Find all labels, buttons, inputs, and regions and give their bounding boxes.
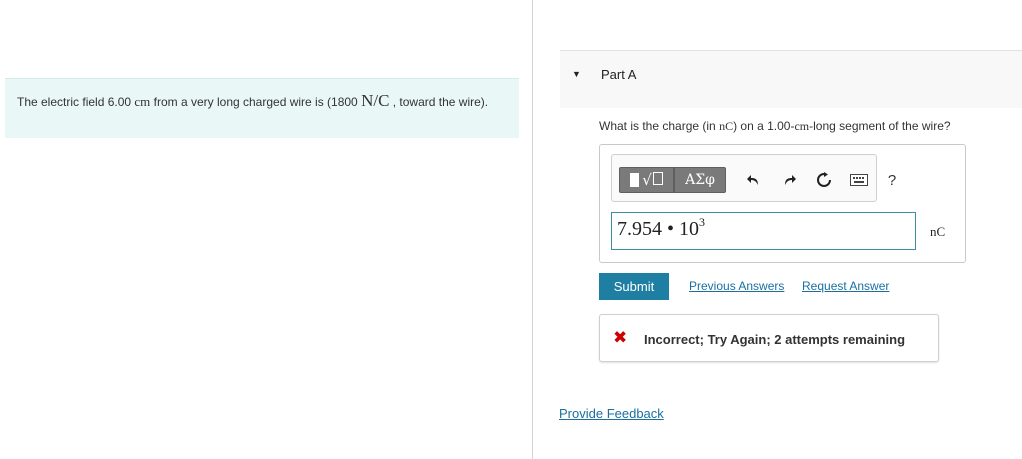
reset-icon[interactable] xyxy=(814,169,834,191)
symbols-label: ΑΣφ xyxy=(685,172,715,188)
answer-input[interactable]: 7.954 • 103 xyxy=(611,212,916,250)
submit-button[interactable]: Submit xyxy=(599,273,669,300)
problem-text-before: The electric field 6.00 xyxy=(17,95,135,109)
problem-text-after: , toward the wire). xyxy=(389,95,489,109)
problem-unit-cm: cm xyxy=(134,94,151,109)
question-before: What is the charge (in xyxy=(599,119,720,133)
help-icon[interactable]: ? xyxy=(882,169,902,191)
answer-exponent: 3 xyxy=(699,215,706,229)
templates-icon xyxy=(630,173,640,187)
part-header[interactable]: ▼ Part A xyxy=(560,50,1022,108)
request-answer-link[interactable]: Request Answer xyxy=(802,279,889,293)
panel-divider xyxy=(532,0,533,459)
problem-statement: The electric field 6.00 cm from a very l… xyxy=(5,78,519,138)
previous-answers-link[interactable]: Previous Answers xyxy=(689,279,784,293)
redo-icon[interactable] xyxy=(779,169,799,191)
provide-feedback-link[interactable]: Provide Feedback xyxy=(559,406,664,421)
feedback-message: Incorrect; Try Again; 2 attempts remaini… xyxy=(644,332,906,347)
templates-button[interactable]: √ xyxy=(619,167,674,193)
symbols-button[interactable]: ΑΣφ xyxy=(674,167,726,193)
question-unit-cm: cm xyxy=(794,119,810,133)
problem-text-middle: from a very long charged wire is (1800 xyxy=(150,95,362,109)
question-unit-nc: nC xyxy=(719,119,734,133)
radical-icon: √ xyxy=(642,171,663,189)
question-text: What is the charge (in nC) on a 1.00-cm-… xyxy=(599,119,951,134)
part-title: Part A xyxy=(601,67,637,82)
answer-unit-label: nC xyxy=(930,224,946,239)
question-after: -long segment of the wire? xyxy=(809,119,951,133)
undo-icon[interactable] xyxy=(744,169,764,191)
caret-down-icon[interactable]: ▼ xyxy=(572,69,581,79)
question-middle: ) on a 1.00- xyxy=(733,119,795,133)
problem-unit-field: N/C xyxy=(361,91,390,110)
math-toolbar: √ ΑΣφ ? xyxy=(611,154,896,202)
keyboard-icon[interactable] xyxy=(849,169,869,191)
answer-box: √ ΑΣφ ? 7.954 • 103 nC xyxy=(599,144,966,263)
feedback-box: ✖ Incorrect; Try Again; 2 attempts remai… xyxy=(599,314,939,362)
answer-mantissa: 7.954 • 10 xyxy=(617,218,700,240)
x-icon: ✖ xyxy=(613,328,628,348)
